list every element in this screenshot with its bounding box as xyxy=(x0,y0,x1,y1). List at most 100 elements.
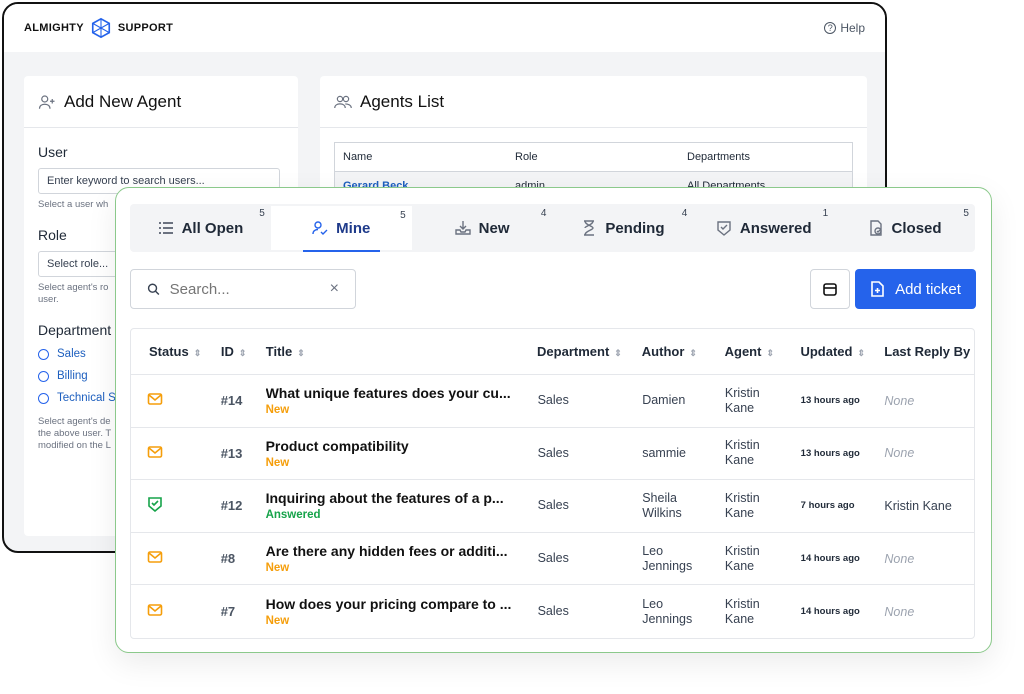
help-icon: ? xyxy=(824,22,837,34)
check-badge-icon xyxy=(148,497,162,513)
ticket-agent: Kristin Kane xyxy=(724,490,760,520)
envelope-icon xyxy=(147,393,163,406)
hourglass-icon xyxy=(584,220,595,236)
help-label: Help xyxy=(840,21,865,35)
calendar-button[interactable] xyxy=(810,269,850,309)
search-icon xyxy=(147,283,160,296)
ticket-department: Sales xyxy=(537,551,569,566)
ticket-agent: Kristin Kane xyxy=(724,385,760,415)
col-updated[interactable]: Updated ⇕ xyxy=(782,344,866,359)
ticket-state: New xyxy=(265,456,290,469)
ticket-last-reply: None xyxy=(884,446,915,461)
tab-all-open[interactable]: All Open 5 xyxy=(130,204,271,252)
ticket-title[interactable]: Product compatibility xyxy=(266,438,520,454)
ticket-updated: 7 hours ago xyxy=(800,500,855,512)
tab-answered[interactable]: Answered 1 xyxy=(693,204,834,252)
col-department[interactable]: Department ⇕ xyxy=(519,344,624,359)
col-status[interactable]: Status ⇕ xyxy=(131,344,203,359)
users-icon xyxy=(334,95,352,108)
ticket-tabs: All Open 5 Mine 5 New 4 Pending 4 Answer… xyxy=(130,204,975,252)
ticket-department: Sales xyxy=(537,445,569,460)
search-input[interactable] xyxy=(169,280,320,298)
tab-label: Answered xyxy=(739,219,812,237)
clear-search-icon[interactable]: × xyxy=(330,280,339,298)
ticket-title[interactable]: Inquiring about the features of a p... xyxy=(266,490,520,506)
check-badge-icon xyxy=(717,221,731,236)
ticket-last-reply: None xyxy=(884,393,915,408)
ticket-title[interactable]: How does your pricing compare to ... xyxy=(266,596,520,612)
tickets-window: All Open 5 Mine 5 New 4 Pending 4 Answer… xyxy=(115,187,992,653)
tab-new[interactable]: New 4 xyxy=(412,204,553,252)
tab-count: 4 xyxy=(681,208,688,219)
brand-text-left: ALMIGHTY xyxy=(24,22,84,34)
ticket-agent: Kristin Kane xyxy=(724,596,760,626)
sort-icon: ⇕ xyxy=(857,347,865,358)
user-check-icon xyxy=(312,221,328,235)
ticket-state: Answered xyxy=(265,509,321,522)
add-file-icon xyxy=(871,281,884,297)
col-name: Name xyxy=(343,151,373,163)
help-link[interactable]: ? Help xyxy=(824,21,865,35)
sort-icon: ⇕ xyxy=(193,347,202,358)
ticket-updated: 13 hours ago xyxy=(800,447,860,459)
tab-label: All Open xyxy=(181,219,244,237)
ticket-state: New xyxy=(265,562,290,575)
envelope-icon xyxy=(147,446,163,458)
col-id[interactable]: ID ⇕ xyxy=(203,344,248,359)
ticket-row[interactable]: #12 Inquiring about the features of a p.… xyxy=(131,480,974,533)
tab-count: 5 xyxy=(259,208,265,219)
tab-pending[interactable]: Pending 4 xyxy=(552,204,693,252)
ticket-title[interactable]: Are there any hidden fees or additi... xyxy=(266,543,520,559)
col-agent[interactable]: Agent ⇕ xyxy=(707,344,783,359)
tickets-table: Status ⇕ ID ⇕ Title ⇕ Department ⇕ Author ⇕ A… xyxy=(130,328,975,639)
ticket-author: Sheila Wilkins xyxy=(642,490,682,520)
add-agent-header: Add New Agent xyxy=(24,76,298,128)
ticket-id: #7 xyxy=(220,604,236,620)
sort-icon: ⇕ xyxy=(297,347,305,358)
ticket-id: #13 xyxy=(220,445,243,461)
ticket-last-reply: None xyxy=(884,551,915,566)
radio-icon xyxy=(38,348,49,360)
radio-icon xyxy=(38,392,49,404)
ticket-search[interactable]: × xyxy=(130,269,356,309)
ticket-row[interactable]: #7 How does your pricing compare to ... N… xyxy=(131,585,974,638)
sort-icon: ⇕ xyxy=(238,347,247,358)
col-author[interactable]: Author ⇕ xyxy=(624,344,707,359)
ticket-state: New xyxy=(265,615,290,628)
ticket-updated: 14 hours ago xyxy=(800,606,860,618)
ticket-agent: Kristin Kane xyxy=(724,543,760,573)
tab-label: Mine xyxy=(336,219,371,237)
user-label: User xyxy=(38,144,68,160)
col-last-reply: Last Reply By xyxy=(884,344,971,359)
tab-closed[interactable]: Closed 5 xyxy=(834,204,975,252)
tab-mine[interactable]: Mine 5 xyxy=(270,206,412,252)
sort-icon: ⇕ xyxy=(766,347,774,358)
brand-text-right: SUPPORT xyxy=(117,22,174,34)
ticket-department: Sales xyxy=(537,604,569,619)
envelope-icon xyxy=(147,604,163,616)
brand-logo-icon xyxy=(91,17,110,39)
ticket-title[interactable]: What unique features does your cu... xyxy=(266,385,520,401)
ticket-row[interactable]: #14 What unique features does your cu...… xyxy=(131,375,974,428)
ticket-row[interactable]: #8 Are there any hidden fees or additi..… xyxy=(131,533,974,586)
user-plus-icon xyxy=(38,94,55,109)
ticket-department: Sales xyxy=(537,498,569,513)
col-role: Role xyxy=(515,151,538,163)
tab-count: 1 xyxy=(822,208,829,219)
tab-count: 5 xyxy=(963,208,969,219)
ticket-row[interactable]: #13 Product compatibility New Sales sammi… xyxy=(131,428,974,481)
ticket-department: Sales xyxy=(537,393,569,408)
col-departments: Departments xyxy=(687,151,750,163)
tab-label: Closed xyxy=(891,219,942,237)
brand: ALMIGHTY SUPPORT xyxy=(24,17,173,39)
tab-label: New xyxy=(478,219,510,237)
inbox-icon xyxy=(454,221,471,235)
agents-list-title: Agents List xyxy=(360,91,445,111)
add-ticket-label: Add ticket xyxy=(895,280,961,298)
add-ticket-button[interactable]: Add ticket xyxy=(855,269,976,309)
tickets-table-header: Status ⇕ ID ⇕ Title ⇕ Department ⇕ Author ⇕ A… xyxy=(131,329,974,375)
ticket-id: #14 xyxy=(220,393,243,409)
col-title[interactable]: Title ⇕ xyxy=(248,344,519,359)
radio-icon xyxy=(38,370,49,382)
closed-doc-icon xyxy=(869,220,882,236)
